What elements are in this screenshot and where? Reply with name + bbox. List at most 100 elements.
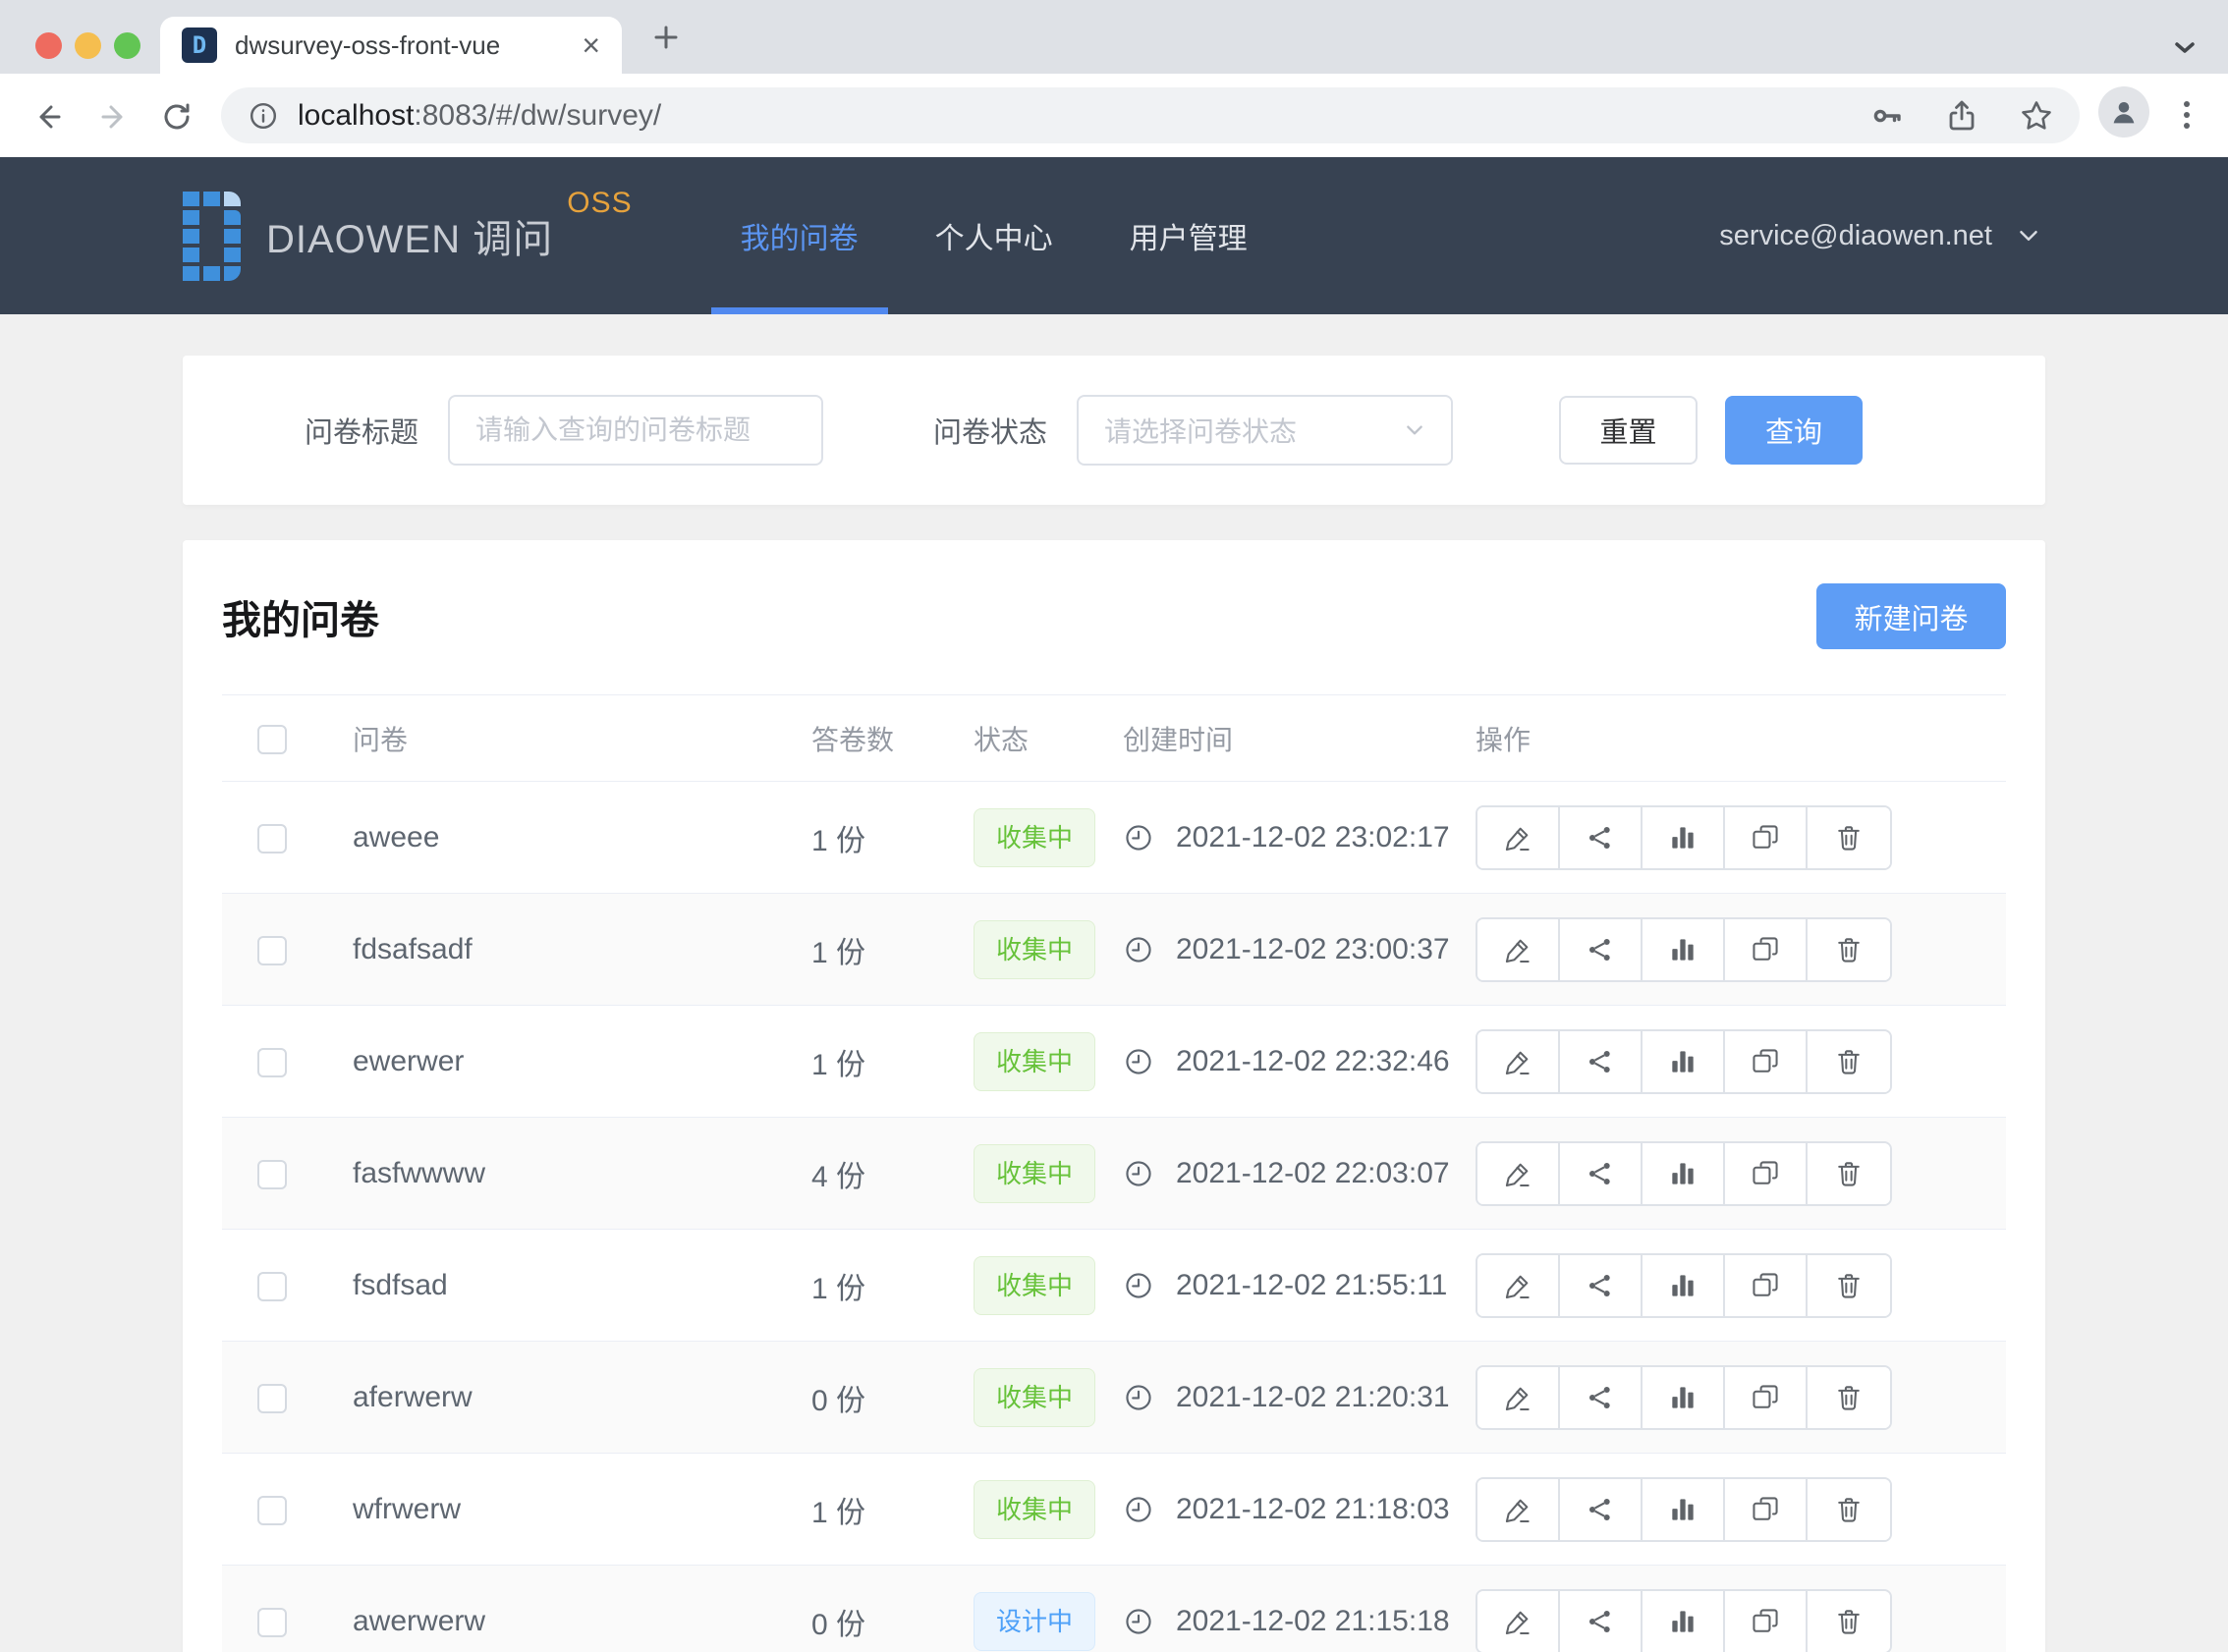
- stats-icon: [1667, 934, 1699, 965]
- share-button[interactable]: [1560, 1143, 1643, 1204]
- share-icon: [1585, 1046, 1616, 1077]
- user-email: service@diaowen.net: [1719, 220, 1992, 252]
- row-action-group: [1476, 1477, 1892, 1542]
- status-badge: 收集中: [974, 1256, 1095, 1315]
- copy-button[interactable]: [1725, 919, 1808, 980]
- select-all-checkbox[interactable]: [257, 725, 287, 754]
- search-button[interactable]: 查询: [1725, 396, 1863, 465]
- edit-button[interactable]: [1477, 1255, 1560, 1316]
- bookmark-star-icon[interactable]: [2019, 98, 2054, 134]
- url-path: :8083/#/dw/survey/: [414, 99, 661, 132]
- profile-avatar[interactable]: [2098, 86, 2149, 138]
- row-checkbox[interactable]: [257, 1048, 287, 1077]
- copy-button[interactable]: [1725, 1031, 1808, 1092]
- stats-button[interactable]: [1643, 807, 1725, 868]
- nav-item-user-management[interactable]: 用户管理: [1100, 157, 1277, 314]
- reset-button[interactable]: 重置: [1559, 396, 1698, 465]
- delete-icon: [1833, 1046, 1865, 1077]
- url-bar[interactable]: localhost:8083/#/dw/survey/: [221, 87, 2080, 143]
- edit-button[interactable]: [1477, 807, 1560, 868]
- status-badge: 收集中: [974, 1032, 1095, 1091]
- share-button[interactable]: [1560, 1367, 1643, 1428]
- delete-button[interactable]: [1808, 1143, 1890, 1204]
- key-icon[interactable]: [1869, 98, 1905, 134]
- stats-button[interactable]: [1643, 1479, 1725, 1540]
- tab-close-icon[interactable]: ×: [582, 29, 600, 61]
- reload-icon[interactable]: [157, 97, 196, 137]
- table-row: ewerwer 1 份 收集中 2021-12-02 22:32:46: [222, 1006, 2006, 1118]
- copy-button[interactable]: [1725, 1367, 1808, 1428]
- edit-button[interactable]: [1477, 919, 1560, 980]
- edit-button[interactable]: [1477, 1367, 1560, 1428]
- row-checkbox[interactable]: [257, 1496, 287, 1525]
- diaowen-logo-icon: [183, 192, 241, 281]
- app-navbar: DIAOWEN 调问 OSS 我的问卷 个人中心 用户管理 service@di…: [0, 157, 2228, 314]
- row-checkbox[interactable]: [257, 936, 287, 965]
- nav-item-personal-center[interactable]: 个人中心: [906, 157, 1083, 314]
- delete-button[interactable]: [1808, 1255, 1890, 1316]
- row-checkbox[interactable]: [257, 1608, 287, 1637]
- window-close-button[interactable]: [35, 32, 62, 59]
- share-button[interactable]: [1560, 807, 1643, 868]
- edit-icon: [1502, 1046, 1533, 1077]
- delete-button[interactable]: [1808, 1479, 1890, 1540]
- stats-icon: [1667, 822, 1699, 854]
- browser-tab-strip: D dwsurvey-oss-front-vue ×: [0, 0, 2228, 74]
- delete-button[interactable]: [1808, 807, 1890, 868]
- row-action-group: [1476, 1141, 1892, 1206]
- row-checkbox[interactable]: [257, 1272, 287, 1301]
- delete-button[interactable]: [1808, 1591, 1890, 1652]
- site-info-icon[interactable]: [247, 99, 280, 133]
- stats-button[interactable]: [1643, 1031, 1725, 1092]
- delete-button[interactable]: [1808, 1367, 1890, 1428]
- share-button[interactable]: [1560, 1255, 1643, 1316]
- forward-icon[interactable]: [93, 97, 133, 137]
- back-icon[interactable]: [29, 97, 69, 137]
- copy-button[interactable]: [1725, 1255, 1808, 1316]
- new-tab-button[interactable]: [648, 20, 684, 55]
- edit-button[interactable]: [1477, 1591, 1560, 1652]
- row-checkbox[interactable]: [257, 1160, 287, 1189]
- window-zoom-button[interactable]: [114, 32, 140, 59]
- clock-icon: [1123, 822, 1154, 854]
- share-button[interactable]: [1560, 1479, 1643, 1540]
- clock-icon: [1123, 934, 1154, 965]
- window-minimize-button[interactable]: [75, 32, 101, 59]
- table-row: aferwerw 0 份 收集中 2021-12-02 21:20:31: [222, 1342, 2006, 1454]
- status-badge: 收集中: [974, 1144, 1095, 1203]
- share-button[interactable]: [1560, 1591, 1643, 1652]
- stats-button[interactable]: [1643, 1591, 1725, 1652]
- delete-button[interactable]: [1808, 919, 1890, 980]
- browser-tab[interactable]: D dwsurvey-oss-front-vue ×: [160, 17, 622, 74]
- copy-button[interactable]: [1725, 1591, 1808, 1652]
- stats-button[interactable]: [1643, 1367, 1725, 1428]
- edit-button[interactable]: [1477, 1031, 1560, 1092]
- stats-button[interactable]: [1643, 1255, 1725, 1316]
- survey-title-input[interactable]: [448, 395, 823, 466]
- row-checkbox[interactable]: [257, 824, 287, 854]
- status-badge: 收集中: [974, 1368, 1095, 1427]
- edit-button[interactable]: [1477, 1479, 1560, 1540]
- tab-title: dwsurvey-oss-front-vue: [235, 30, 582, 61]
- survey-status-select[interactable]: 请选择问卷状态: [1077, 395, 1453, 466]
- filter-panel: 问卷标题 问卷状态 请选择问卷状态 重置 查询: [183, 356, 2045, 505]
- tab-overview-chevron-icon[interactable]: [2167, 29, 2202, 65]
- browser-menu-icon[interactable]: [2169, 95, 2204, 135]
- create-survey-button[interactable]: 新建问卷: [1816, 583, 2006, 649]
- copy-button[interactable]: [1725, 807, 1808, 868]
- share-button[interactable]: [1560, 919, 1643, 980]
- edit-button[interactable]: [1477, 1143, 1560, 1204]
- copy-button[interactable]: [1725, 1143, 1808, 1204]
- copy-button[interactable]: [1725, 1479, 1808, 1540]
- nav-item-my-surveys[interactable]: 我的问卷: [711, 157, 888, 314]
- delete-button[interactable]: [1808, 1031, 1890, 1092]
- edit-icon: [1502, 934, 1533, 965]
- share-upload-icon[interactable]: [1944, 98, 1979, 134]
- stats-button[interactable]: [1643, 919, 1725, 980]
- stats-button[interactable]: [1643, 1143, 1725, 1204]
- copy-icon: [1750, 822, 1781, 854]
- share-button[interactable]: [1560, 1031, 1643, 1092]
- user-menu[interactable]: service@diaowen.net: [1719, 219, 2045, 252]
- row-checkbox[interactable]: [257, 1384, 287, 1413]
- copy-icon: [1750, 1606, 1781, 1637]
